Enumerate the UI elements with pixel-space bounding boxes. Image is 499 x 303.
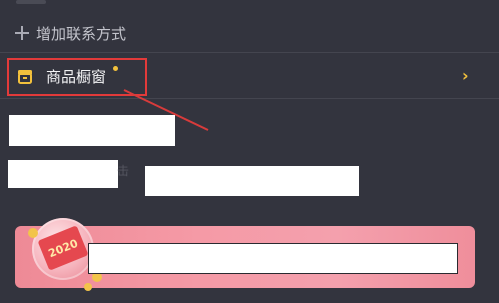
shop-window-label: 商品橱窗 [46, 68, 107, 86]
redacted-block [8, 160, 118, 188]
coin-icon [84, 283, 92, 291]
divider [0, 52, 499, 53]
add-contact-row[interactable]: 增加联系方式 [0, 16, 499, 50]
coin-icon [28, 228, 38, 238]
notification-dot [113, 66, 118, 71]
plus-icon [14, 25, 30, 41]
redacted-block [88, 243, 458, 274]
shop-icon [18, 70, 32, 84]
add-contact-label: 增加联系方式 [36, 24, 127, 43]
partial-text: 击 [117, 164, 130, 178]
redacted-block [9, 115, 175, 146]
top-handle [16, 0, 46, 4]
year-badge: 2020 [46, 236, 80, 260]
redacted-block [145, 166, 359, 196]
chevron-right-icon[interactable]: › [462, 66, 469, 85]
divider [0, 98, 499, 99]
